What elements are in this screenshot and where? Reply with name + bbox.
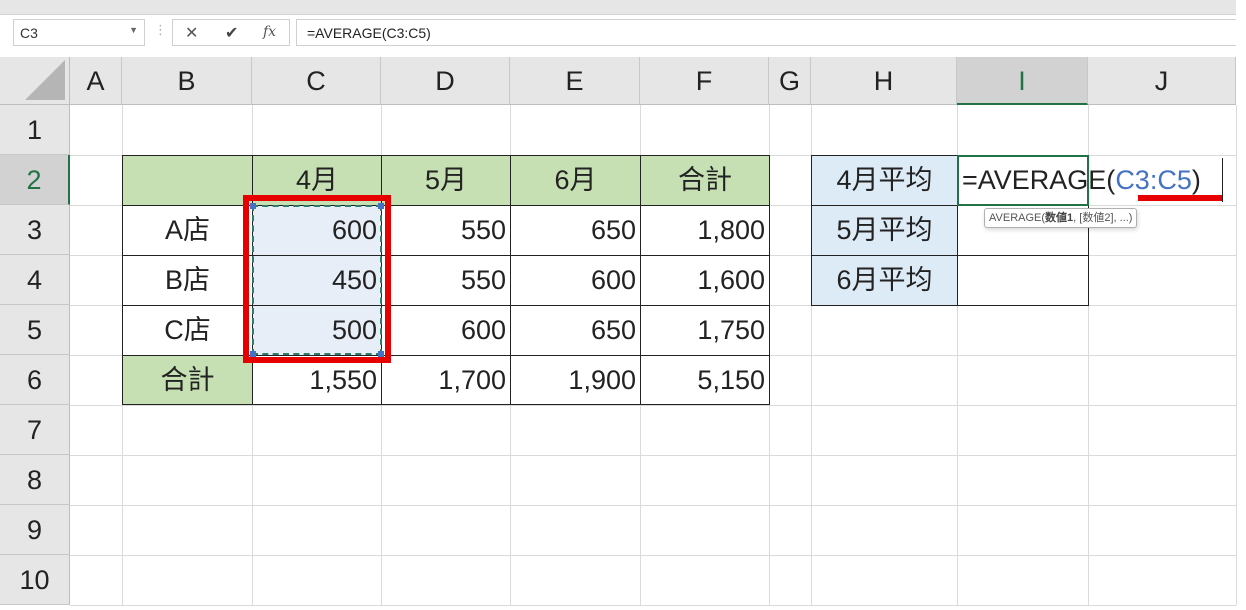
cell-f4[interactable]: 1,600 xyxy=(640,255,770,306)
range-reference-underline xyxy=(1138,195,1222,201)
cell-f5[interactable]: 1,750 xyxy=(640,305,770,356)
tooltip-remaining-args: , [数値2], ...) xyxy=(1073,212,1133,224)
cell-d5[interactable]: 600 xyxy=(381,305,511,356)
gridline xyxy=(70,455,1236,456)
cell-h4[interactable]: 6月平均 xyxy=(811,255,958,306)
column-header-d[interactable]: D xyxy=(381,57,510,105)
column-header-j[interactable]: J xyxy=(1088,57,1236,105)
function-argument-tooltip[interactable]: AVERAGE(数値1, [数値2], ...) xyxy=(984,208,1138,228)
gridline xyxy=(70,405,1236,406)
cell-h3[interactable]: 5月平均 xyxy=(811,205,958,256)
formula-input[interactable]: =AVERAGE(C3:C5) xyxy=(296,19,1236,46)
insert-function-icon[interactable]: fx xyxy=(263,24,276,40)
cell-b5[interactable]: C店 xyxy=(122,305,253,356)
ribbon-edge xyxy=(0,0,1236,15)
editor-range-reference: C3:C5 xyxy=(1115,165,1192,195)
cell-c6[interactable]: 1,550 xyxy=(252,355,382,405)
row-header-8[interactable]: 8 xyxy=(0,455,70,505)
cancel-icon[interactable]: ✕ xyxy=(185,23,198,42)
column-header-b[interactable]: B xyxy=(122,57,252,105)
tooltip-current-argument: 数値1 xyxy=(1045,212,1074,224)
name-box[interactable]: C3 ▼ xyxy=(13,19,145,46)
row-header-1[interactable]: 1 xyxy=(0,105,70,155)
column-header-e[interactable]: E xyxy=(510,57,640,105)
cell-e5[interactable]: 650 xyxy=(510,305,641,356)
cell-f2[interactable]: 合計 xyxy=(640,155,770,206)
chevron-down-icon[interactable]: ▼ xyxy=(129,25,138,35)
formula-buttons: ✕ ✔ fx xyxy=(172,19,290,46)
formula-bar: C3 ▼ ⋮ ✕ ✔ fx =AVERAGE(C3:C5) xyxy=(0,15,1236,58)
check-icon[interactable]: ✔ xyxy=(225,23,238,42)
gridline xyxy=(1236,105,1237,605)
column-header-a[interactable]: A xyxy=(70,57,122,105)
column-header-h[interactable]: H xyxy=(811,57,957,105)
select-all-button[interactable] xyxy=(0,57,70,105)
tooltip-function-name: AVERAGE( xyxy=(989,212,1046,224)
gridline xyxy=(70,605,1236,606)
editor-prefix: =AVERAGE( xyxy=(962,165,1116,195)
row-header-4[interactable]: 4 xyxy=(0,255,70,305)
cell-b4[interactable]: B店 xyxy=(122,255,253,306)
cell-c2[interactable]: 4月 xyxy=(252,155,382,206)
cell-e3[interactable]: 650 xyxy=(510,205,641,256)
cell-e6[interactable]: 1,900 xyxy=(510,355,641,405)
gridline xyxy=(70,555,1236,556)
cell-i4[interactable] xyxy=(957,255,1089,306)
cell-d2[interactable]: 5月 xyxy=(381,155,511,206)
cell-c4[interactable]: 450 xyxy=(252,255,382,306)
row-header-6[interactable]: 6 xyxy=(0,355,70,405)
column-header-i[interactable]: I xyxy=(957,57,1088,105)
name-box-value: C3 xyxy=(20,25,38,41)
row-header-7[interactable]: 7 xyxy=(0,405,70,455)
text-caret xyxy=(1222,158,1223,202)
cell-f6[interactable]: 5,150 xyxy=(640,355,770,405)
cell-c5[interactable]: 500 xyxy=(252,305,382,356)
cell-d3[interactable]: 550 xyxy=(381,205,511,256)
gridline xyxy=(70,505,1236,506)
column-header-f[interactable]: F xyxy=(640,57,769,105)
cell-b3[interactable]: A店 xyxy=(122,205,253,256)
row-header-2[interactable]: 2 xyxy=(0,155,70,205)
column-header-g[interactable]: G xyxy=(769,57,811,105)
column-header-c[interactable]: C xyxy=(252,57,381,105)
cell-e2[interactable]: 6月 xyxy=(510,155,641,206)
cell-b2[interactable] xyxy=(122,155,253,206)
range-handle-bottom-left[interactable] xyxy=(250,351,256,357)
range-handle-bottom-right[interactable] xyxy=(378,351,384,357)
cell-d6[interactable]: 1,700 xyxy=(381,355,511,405)
cell-d4[interactable]: 550 xyxy=(381,255,511,306)
cell-e4[interactable]: 600 xyxy=(510,255,641,306)
cell-h2[interactable]: 4月平均 xyxy=(811,155,958,206)
select-all-triangle-icon xyxy=(25,60,65,100)
row-header-5[interactable]: 5 xyxy=(0,305,70,355)
range-handle-top-left[interactable] xyxy=(250,203,256,209)
cell-f3[interactable]: 1,800 xyxy=(640,205,770,256)
editor-suffix: ) xyxy=(1191,165,1201,195)
row-header-9[interactable]: 9 xyxy=(0,505,70,555)
cell-b6[interactable]: 合計 xyxy=(122,355,253,405)
row-header-10[interactable]: 10 xyxy=(0,555,70,605)
cell-c3[interactable]: 600 xyxy=(252,205,382,256)
row-header-3[interactable]: 3 xyxy=(0,205,70,255)
drag-handle-icon[interactable]: ⋮ xyxy=(154,23,167,38)
range-handle-top-right[interactable] xyxy=(378,203,384,209)
